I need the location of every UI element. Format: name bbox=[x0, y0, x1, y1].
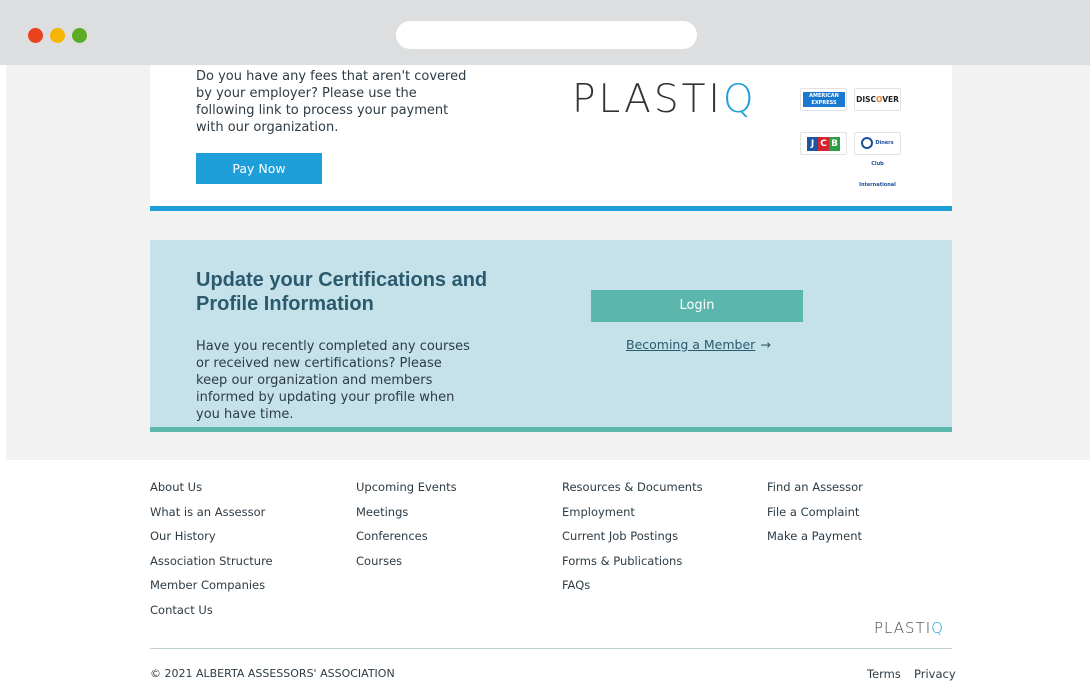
pay-now-button[interactable]: Pay Now bbox=[196, 153, 322, 184]
footer-logo-q: Q bbox=[931, 619, 944, 637]
footer-link-file-complaint[interactable]: File a Complaint bbox=[767, 500, 863, 525]
footer-column-services: Find an Assessor File a Complaint Make a… bbox=[767, 475, 863, 549]
copyright-text: © 2021 ALBERTA ASSESSORS' ASSOCIATION bbox=[150, 667, 395, 680]
jcb-c: C bbox=[818, 137, 829, 151]
footer-column-events: Upcoming Events Meetings Conferences Cou… bbox=[356, 475, 457, 573]
certification-card: Update your Certifications and Profile I… bbox=[150, 240, 952, 432]
footer-link-find-assessor[interactable]: Find an Assessor bbox=[767, 475, 863, 500]
logo-q: Q bbox=[722, 77, 757, 122]
logo-text: PLASTI bbox=[572, 77, 723, 122]
footer-link-what-is-assessor[interactable]: What is an Assessor bbox=[150, 500, 273, 525]
footer-link-member-companies[interactable]: Member Companies bbox=[150, 573, 273, 598]
jcb-b: B bbox=[829, 137, 840, 151]
window-minimize-button[interactable] bbox=[50, 28, 65, 43]
payment-description: Do you have any fees that aren't covered… bbox=[196, 69, 467, 135]
footer-link-forms-publications[interactable]: Forms & Publications bbox=[562, 549, 703, 574]
certification-description: Have you recently completed any courses … bbox=[196, 339, 470, 422]
footer-divider bbox=[150, 648, 952, 649]
footer-link-our-history[interactable]: Our History bbox=[150, 524, 273, 549]
jcb-icon: JCB bbox=[800, 132, 847, 155]
jcb-j: J bbox=[807, 137, 818, 151]
window-maximize-button[interactable] bbox=[72, 28, 87, 43]
plastiq-logo: PLASTIQ bbox=[572, 77, 757, 122]
footer-link-about-us[interactable]: About Us bbox=[150, 475, 273, 500]
discover-icon: DISCOVER bbox=[854, 88, 901, 111]
footer-link-current-job-postings[interactable]: Current Job Postings bbox=[562, 524, 703, 549]
amex-line1: AMERICAN bbox=[809, 93, 839, 99]
footer-link-upcoming-events[interactable]: Upcoming Events bbox=[356, 475, 457, 500]
discover-text-a: DISC bbox=[856, 95, 877, 104]
amex-icon: AMERICAN EXPRESS bbox=[800, 88, 847, 111]
browser-chrome bbox=[0, 0, 1090, 65]
becoming-member-label: Becoming a Member bbox=[626, 337, 756, 352]
footer-link-courses[interactable]: Courses bbox=[356, 549, 457, 574]
diners-club-icon: Diners Club International bbox=[854, 132, 901, 188]
address-bar[interactable] bbox=[396, 21, 697, 49]
becoming-member-link[interactable]: Becoming a Member → bbox=[626, 337, 771, 352]
footer-link-faqs[interactable]: FAQs bbox=[562, 573, 703, 598]
footer-link-make-payment[interactable]: Make a Payment bbox=[767, 524, 863, 549]
discover-text-b: VER bbox=[882, 95, 899, 104]
login-button[interactable]: Login bbox=[591, 290, 803, 322]
footer-link-conferences[interactable]: Conferences bbox=[356, 524, 457, 549]
footer-link-meetings[interactable]: Meetings bbox=[356, 500, 457, 525]
certification-title: Update your Certifications and Profile I… bbox=[196, 269, 488, 315]
footer-logo-text: PLASTI bbox=[874, 619, 932, 637]
footer-link-contact-us[interactable]: Contact Us bbox=[150, 598, 273, 623]
arrow-right-icon: → bbox=[760, 337, 771, 352]
footer-plastiq-logo: PLASTIQ bbox=[874, 619, 944, 637]
terms-link[interactable]: Terms bbox=[867, 667, 901, 681]
footer-link-resources-documents[interactable]: Resources & Documents bbox=[562, 475, 703, 500]
footer-link-employment[interactable]: Employment bbox=[562, 500, 703, 525]
privacy-link[interactable]: Privacy bbox=[914, 667, 956, 681]
footer-link-association-structure[interactable]: Association Structure bbox=[150, 549, 273, 574]
footer-column-resources: Resources & Documents Employment Current… bbox=[562, 475, 703, 598]
footer-column-about: About Us What is an Assessor Our History… bbox=[150, 475, 273, 623]
payment-card: Do you have any fees that aren't covered… bbox=[150, 65, 952, 211]
amex-line2: EXPRESS bbox=[811, 100, 837, 106]
window-close-button[interactable] bbox=[28, 28, 43, 43]
